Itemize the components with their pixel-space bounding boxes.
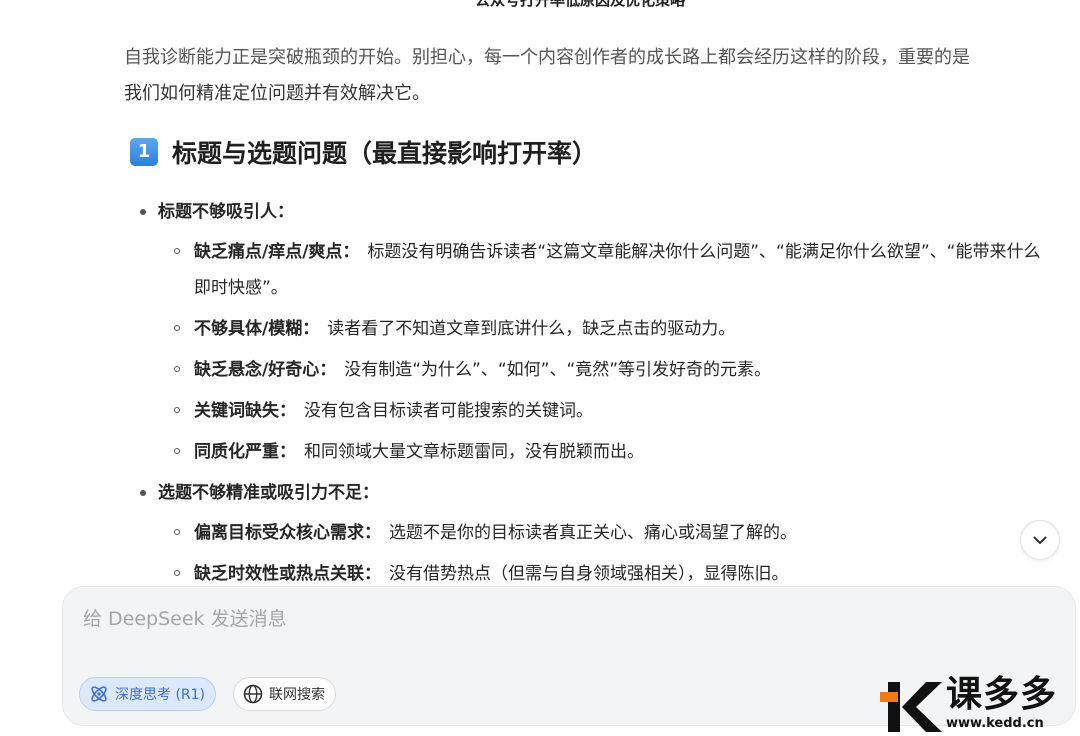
section-title-text: 标题与选题问题（最直接影响打开率） (172, 139, 598, 168)
deep-think-label: 深度思考 (R1) (115, 687, 206, 703)
list-item: 缺乏悬念/好奇心： 没有制造“为什么”、“如何”、“竟然”等引发好奇的元素。 (138, 352, 1048, 388)
bullet-dot-icon (140, 490, 146, 496)
scroll-to-bottom-button[interactable] (1020, 520, 1060, 560)
group-label: 选题不够精准或吸引力不足： (158, 483, 379, 503)
bullet-circle-icon (174, 248, 180, 254)
section-heading: 1 标题与选题问题（最直接影响打开率） (130, 134, 597, 170)
watermark-k-icon (880, 682, 942, 732)
watermark-url: www.kedd.cn (946, 716, 1044, 731)
item-text: 读者看了不知道文章到底讲什么，缺乏点击的驱动力。 (327, 319, 736, 339)
item-text: 没有包含目标读者可能搜索的关键词。 (304, 401, 593, 421)
deep-think-toggle[interactable]: 深度思考 (R1) (79, 677, 217, 711)
list-item: 关键词缺失： 没有包含目标读者可能搜索的关键词。 (138, 393, 1048, 429)
sub-list-topic: 偏离目标受众核心需求： 选题不是你的目标读者真正关心、痛心或渴望了解的。 缺乏时效… (138, 515, 1048, 592)
item-text: 没有借势热点（但需与自身领域强相关），显得陈旧。 (389, 564, 789, 584)
bullet-circle-icon (174, 325, 180, 331)
bullet-circle-icon (174, 407, 180, 413)
document-title: 公众号打开率低原因及优化策略 (474, 0, 685, 9)
globe-icon (242, 683, 264, 705)
group-title-topic: 选题不够精准或吸引力不足： (138, 475, 1048, 511)
list-item: 偏离目标受众核心需求： 选题不是你的目标读者真正关心、痛心或渴望了解的。 (138, 515, 1048, 551)
bullet-circle-icon (174, 570, 180, 576)
list-item: 缺乏痛点/痒点/爽点： 标题没有明确告诉读者“这篇文章能解决你什么问题”、“能满足… (138, 234, 1048, 306)
bullet-circle-icon (174, 366, 180, 372)
item-title: 关键词缺失： (194, 401, 296, 421)
bullet-circle-icon (174, 448, 180, 454)
number-badge-icon: 1 (130, 138, 158, 166)
item-title: 偏离目标受众核心需求： (194, 523, 381, 543)
web-search-toggle[interactable]: 联网搜索 (233, 677, 336, 711)
item-title: 缺乏时效性或热点关联： (194, 564, 381, 584)
intro-line-2: 我们如何精准定位问题并有效解决它。 (124, 83, 430, 104)
list-item: 同质化严重： 和同领域大量文章标题雷同，没有脱颖而出。 (138, 434, 1048, 470)
chevron-down-icon (1033, 536, 1047, 544)
watermark-logo: 课多多 www.kedd.cn (880, 674, 1080, 736)
atom-icon (88, 683, 110, 705)
item-title: 不够具体/模糊： (194, 319, 320, 339)
web-search-label: 联网搜索 (269, 687, 325, 703)
bullet-dot-icon (140, 209, 146, 215)
chat-page: 公众号打开率低原因及优化策略 自我诊断能力正是突破瓶颈的开始。别担心，每一个内容… (0, 0, 1080, 736)
item-title: 缺乏悬念/好奇心： (194, 360, 337, 380)
item-text: 没有制造“为什么”、“如何”、“竟然”等引发好奇的元素。 (344, 360, 772, 380)
bullet-circle-icon (174, 529, 180, 535)
item-title: 缺乏痛点/痒点/爽点： (194, 242, 360, 262)
intro-paragraph: 自我诊断能力正是突破瓶颈的开始。别担心，每一个内容创作者的成长路上都会经历这样的… (124, 40, 1076, 112)
group-title-headline: 标题不够吸引人： (138, 194, 1048, 230)
list-item: 不够具体/模糊： 读者看了不知道文章到底讲什么，缺乏点击的驱动力。 (138, 311, 1048, 347)
item-text: 和同领域大量文章标题雷同，没有脱颖而出。 (304, 442, 644, 462)
item-title: 同质化严重： (194, 442, 296, 462)
watermark-text: 课多多 (946, 674, 1058, 715)
item-text: 选题不是你的目标读者真正关心、痛心或渴望了解的。 (389, 523, 797, 543)
bullet-list: 标题不够吸引人： 缺乏痛点/痒点/爽点： 标题没有明确告诉读者“这篇文章能解决你什… (138, 194, 1048, 597)
message-input[interactable] (81, 603, 1045, 635)
intro-line-1: 自我诊断能力正是突破瓶颈的开始。别担心，每一个内容创作者的成长路上都会经历这样的… (124, 47, 970, 68)
group-label: 标题不够吸引人： (158, 202, 294, 222)
sub-list-headline: 缺乏痛点/痒点/爽点： 标题没有明确告诉读者“这篇文章能解决你什么问题”、“能满足… (138, 234, 1048, 470)
